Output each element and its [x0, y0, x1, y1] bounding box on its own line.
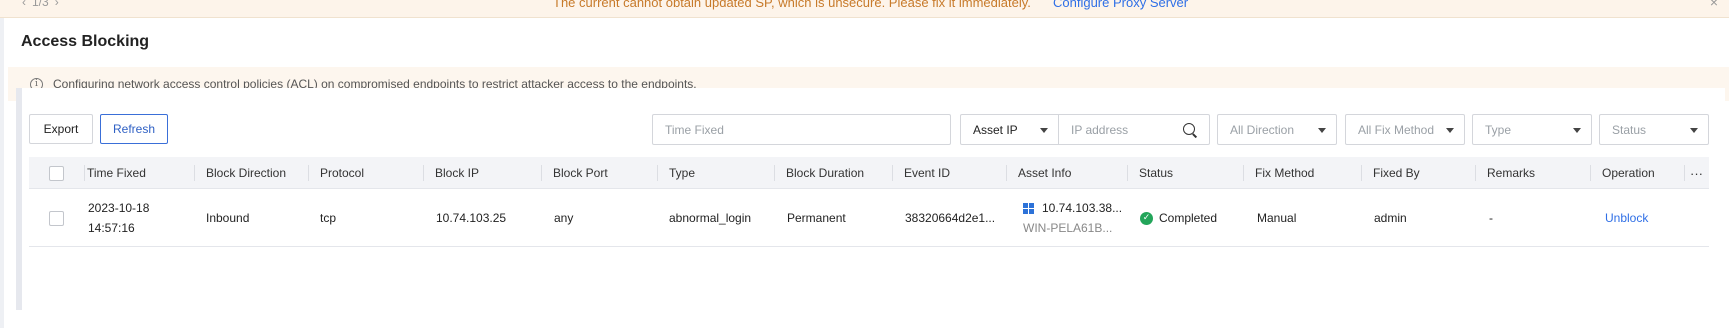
pager-text: 1/3: [32, 0, 49, 9]
alert-message: The current cannot obtain updated SP, wh…: [553, 0, 1031, 10]
select-all-cell: [49, 157, 64, 189]
ip-address-placeholder: IP address: [1071, 122, 1129, 137]
col-operation[interactable]: Operation: [1602, 157, 1655, 189]
table-header: Time Fixed Block Direction Protocol Bloc…: [29, 157, 1709, 189]
col-protocol[interactable]: Protocol: [320, 157, 364, 189]
caret-down-icon: [1690, 128, 1698, 133]
page-title: Access Blocking: [21, 33, 150, 50]
status-text: Completed: [1159, 211, 1218, 225]
col-event-id[interactable]: Event ID: [904, 157, 950, 189]
type-value: Type: [1485, 122, 1512, 137]
block-ip-cell: 10.74.103.25: [436, 211, 507, 225]
type-filter[interactable]: Type: [1472, 114, 1592, 145]
status-filter[interactable]: Status: [1599, 114, 1709, 145]
chevron-right-icon[interactable]: ›: [55, 0, 59, 9]
more-columns-icon[interactable]: ···: [1690, 157, 1703, 189]
fixed-by-cell: admin: [1374, 211, 1407, 225]
asset-hostname: WIN-PELA61B...: [1023, 221, 1113, 235]
col-block-duration[interactable]: Block Duration: [786, 157, 864, 189]
export-button[interactable]: Export: [29, 114, 93, 144]
select-all-checkbox[interactable]: [49, 165, 64, 181]
direction-value: All Direction: [1230, 122, 1295, 137]
time-fixed-cell: 2023-10-18 14:57:16: [88, 189, 149, 247]
windows-icon: [1023, 203, 1034, 215]
block-port-cell: any: [554, 211, 574, 225]
unblock-link[interactable]: Unblock: [1605, 189, 1648, 247]
col-asset-info[interactable]: Asset Info: [1018, 157, 1071, 189]
caret-down-icon: [1040, 128, 1048, 133]
event-id-cell: 38320664d2e1...: [905, 211, 996, 225]
col-block-direction[interactable]: Block Direction: [206, 157, 286, 189]
check-circle-icon: ✓: [1140, 211, 1153, 225]
search-icon[interactable]: [1183, 122, 1197, 137]
col-status[interactable]: Status: [1139, 157, 1173, 189]
protocol-cell: tcp: [320, 211, 337, 225]
status-value: Status: [1612, 122, 1647, 137]
asset-info-cell: 10.74.103.38... WIN-PELA61B...: [1023, 189, 1122, 247]
asset-type-select[interactable]: Asset IP: [961, 115, 1059, 144]
block-direction-cell: Inbound: [206, 211, 250, 225]
table-row[interactable]: 2023-10-18 14:57:16 Inbound tcp 10.74.10…: [29, 189, 1709, 247]
block-duration-cell: Permanent: [787, 211, 846, 225]
asset-type-value: Asset IP: [973, 122, 1018, 137]
caret-down-icon: [1446, 128, 1454, 133]
caret-down-icon: [1573, 128, 1581, 133]
notification-pager: ‹ 1/3 ›: [22, 0, 59, 9]
configure-proxy-link[interactable]: Configure Proxy Server: [1053, 0, 1188, 10]
time-fixed-date: 2023-10-18: [88, 201, 150, 215]
time-fixed-filter[interactable]: Time Fixed: [652, 114, 951, 145]
ip-address-input[interactable]: IP address: [1059, 122, 1209, 137]
col-time-fixed[interactable]: Time Fixed: [87, 157, 146, 189]
col-block-port[interactable]: Block Port: [553, 157, 608, 189]
col-fix-method[interactable]: Fix Method: [1255, 157, 1314, 189]
asset-ip-line: 10.74.103.38...: [1023, 198, 1122, 218]
refresh-button[interactable]: Refresh: [100, 114, 168, 144]
status-cell: ✓ Completed: [1140, 189, 1217, 247]
time-fixed-clock: 14:57:16: [88, 221, 135, 235]
col-fixed-by[interactable]: Fixed By: [1373, 157, 1420, 189]
notification-bar: ‹ 1/3 › The current cannot obtain update…: [0, 0, 1729, 18]
close-icon[interactable]: ×: [1710, 0, 1718, 10]
fix-method-cell: Manual: [1257, 211, 1297, 225]
direction-filter[interactable]: All Direction: [1217, 114, 1337, 145]
fix-method-filter[interactable]: All Fix Method: [1345, 114, 1465, 145]
row-select-cell: [49, 189, 64, 247]
fix-method-value: All Fix Method: [1358, 122, 1435, 137]
caret-down-icon: [1318, 128, 1326, 133]
asset-ip: 10.74.103.38...: [1042, 201, 1123, 215]
remarks-cell: -: [1489, 211, 1493, 225]
col-block-ip[interactable]: Block IP: [435, 157, 479, 189]
chevron-left-icon[interactable]: ‹: [22, 0, 26, 9]
col-type[interactable]: Type: [669, 157, 695, 189]
row-checkbox[interactable]: [49, 210, 64, 226]
col-remarks[interactable]: Remarks: [1487, 157, 1535, 189]
type-cell: abnormal_login: [669, 211, 752, 225]
asset-filter-group: Asset IP IP address: [960, 114, 1210, 145]
